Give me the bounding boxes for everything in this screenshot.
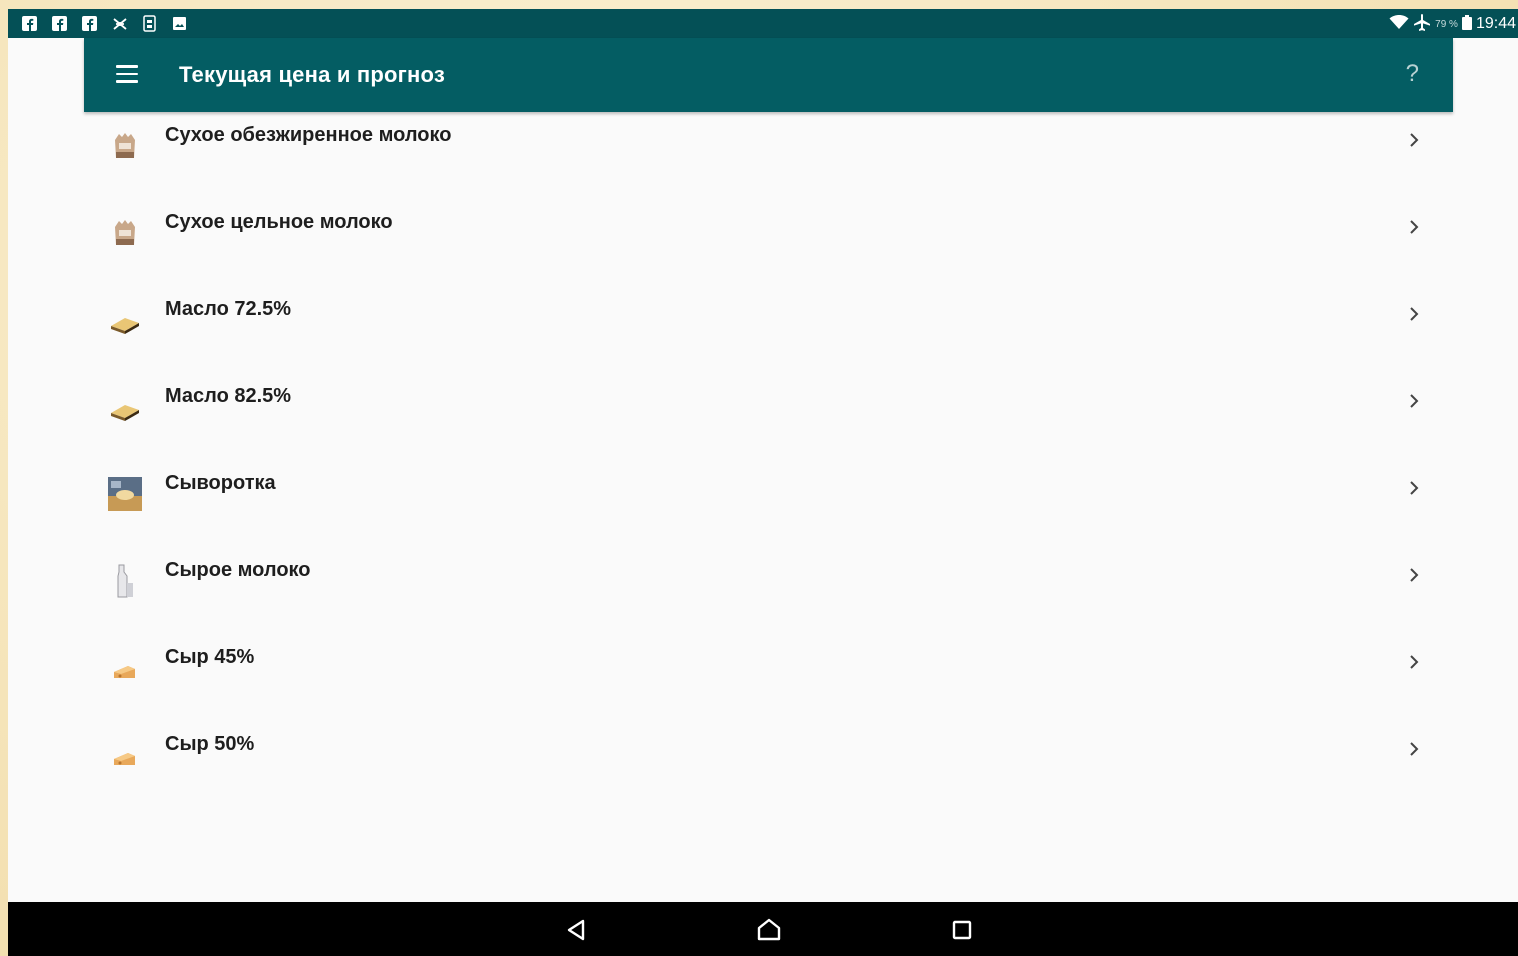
hamburger-line: [116, 80, 138, 83]
wifi-icon: [1389, 14, 1409, 34]
butter-icon: [107, 302, 143, 338]
chevron-right-icon: [1409, 741, 1419, 757]
chevron-right-icon: [1409, 132, 1419, 148]
facebook-icon: [51, 15, 68, 32]
list-item-whole-milk-powder[interactable]: Сухое цельное молоко: [84, 199, 1453, 286]
system-status: 79 % 19:44: [1389, 13, 1516, 35]
help-button[interactable]: ?: [1406, 60, 1419, 88]
cheese-icon: [107, 737, 143, 773]
basketball-icon: [111, 15, 128, 32]
chevron-right-icon: [1409, 306, 1419, 322]
navigation-bar: [8, 902, 1518, 956]
list-item-label: Сыр 45%: [165, 646, 255, 668]
list-item-label: Сухое обезжиренное молоко: [165, 124, 452, 146]
hamburger-line: [116, 72, 138, 75]
chevron-right-icon: [1409, 393, 1419, 409]
recents-icon: [952, 920, 972, 940]
list-item-label: Сухое цельное молоко: [165, 211, 393, 233]
chevron-right-icon: [1409, 654, 1419, 670]
list-item-whey[interactable]: Сыворотка: [84, 460, 1453, 547]
page-title: Текущая цена и прогноз: [179, 62, 445, 87]
notification-icons: [21, 15, 188, 32]
back-icon: [567, 919, 585, 941]
recents-button[interactable]: [947, 915, 977, 945]
list-item-raw-milk[interactable]: Сырое молоко: [84, 547, 1453, 634]
whey-icon: [107, 476, 143, 512]
app-bar: Текущая цена и прогноз ?: [84, 38, 1453, 112]
list-item-skim-milk-powder[interactable]: Сухое обезжиренное молоко: [84, 112, 1453, 199]
hamburger-icon: [116, 65, 138, 68]
device-screen: 79 % 19:44 Текущая цена и прогноз ? Сухо…: [8, 9, 1518, 956]
milk-powder-bag-icon: [107, 215, 143, 251]
cheese-icon: [107, 650, 143, 686]
airplane-icon: [1413, 13, 1431, 35]
list-item-cheese-50[interactable]: Сыр 50%: [84, 721, 1453, 808]
status-bar: 79 % 19:44: [8, 9, 1518, 38]
milk-bottle-icon: [107, 563, 143, 599]
chevron-right-icon: [1409, 219, 1419, 235]
chevron-right-icon: [1409, 567, 1419, 583]
home-button[interactable]: [754, 915, 784, 945]
facebook-icon: [81, 15, 98, 32]
chevron-right-icon: [1409, 480, 1419, 496]
facebook-icon: [21, 15, 38, 32]
list-item-label: Масло 72.5%: [165, 298, 292, 320]
milk-powder-bag-icon: [107, 128, 143, 164]
list-item-butter-82[interactable]: Масло 82.5%: [84, 373, 1453, 460]
list-item-label: Сыворотка: [165, 472, 276, 494]
image-icon: [171, 15, 188, 32]
sim-icon: [141, 15, 158, 32]
list-item-cheese-45[interactable]: Сыр 45%: [84, 634, 1453, 721]
battery-percent: 79 %: [1435, 18, 1458, 30]
back-button[interactable]: [561, 915, 591, 945]
home-icon: [757, 918, 781, 941]
clock: 19:44: [1475, 15, 1516, 32]
list-item-butter-72[interactable]: Масло 72.5%: [84, 286, 1453, 373]
menu-button[interactable]: [116, 65, 138, 83]
product-list: Сухое обезжиренное молоко Сухое цельное …: [84, 112, 1453, 808]
list-item-label: Масло 82.5%: [165, 385, 292, 407]
list-item-label: Сыр 50%: [165, 733, 255, 755]
list-item-label: Сырое молоко: [165, 559, 311, 581]
battery-icon: [1461, 14, 1472, 34]
butter-icon: [107, 389, 143, 425]
